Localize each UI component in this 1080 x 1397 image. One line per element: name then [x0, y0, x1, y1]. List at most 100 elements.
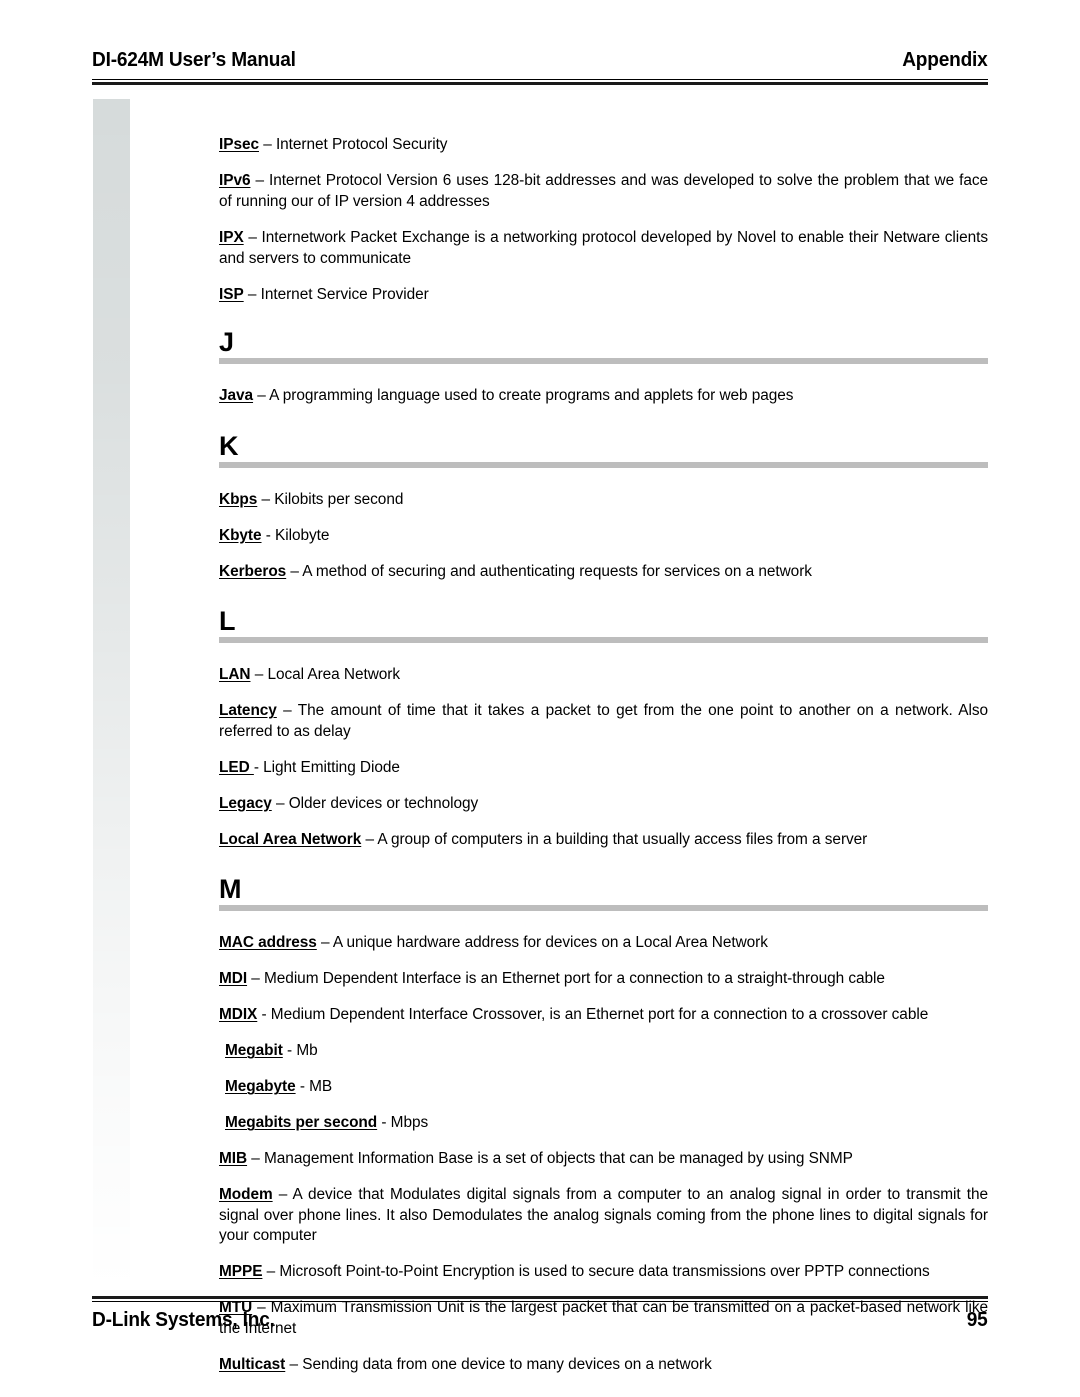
section-divider-rule — [219, 461, 988, 468]
glossary-term: Kerberos — [219, 562, 287, 580]
glossary-definition: – Kilobits per second — [257, 490, 404, 508]
glossary-definition: – Older devices or technology — [271, 794, 479, 812]
glossary-definition: - Medium Dependent Interface Crossover, … — [257, 1006, 929, 1024]
glossary-term: IPv6 — [219, 172, 251, 190]
document-page: DI-624M User’s Manual Appendix IPsec – I… — [0, 0, 1080, 1397]
glossary-letter-section: M — [219, 874, 988, 912]
decorative-square — [93, 381, 130, 418]
manual-title: DI-624M User’s Manual — [92, 48, 296, 71]
decorative-square-row — [93, 240, 185, 314]
glossary-definition: – Internet Service Provider — [243, 285, 429, 303]
glossary-term: Kbps — [219, 490, 258, 508]
chapter-title: Appendix — [902, 48, 988, 71]
decorative-square — [93, 1133, 130, 1170]
decorative-square-row — [93, 616, 185, 690]
decorative-square-row — [93, 522, 185, 596]
section-letter-heading: J — [219, 327, 234, 358]
glossary-term: Legacy — [219, 794, 272, 812]
decorative-square-row — [93, 710, 185, 784]
glossary-definition: – Management Information Base is a set o… — [247, 1150, 853, 1168]
glossary-term: ISP — [219, 285, 244, 303]
glossary-definition: – Medium Dependent Interface is an Ether… — [247, 970, 885, 988]
decorative-square — [93, 193, 130, 230]
glossary-entry: LED - Light Emitting Diode — [219, 758, 988, 779]
glossary-term: Java — [219, 387, 254, 405]
decorative-square-row — [93, 381, 185, 455]
glossary-term: Modem — [219, 1186, 273, 1204]
footer-rule-thin — [92, 1301, 988, 1302]
decorative-square-row — [93, 851, 185, 925]
decorative-square — [93, 1180, 130, 1217]
glossary-entry: MIB – Management Information Base is a s… — [219, 1149, 988, 1170]
decorative-square — [93, 1086, 130, 1123]
glossary-term: MDI — [219, 970, 248, 988]
glossary-definition: – The amount of time that it takes a pac… — [219, 702, 988, 740]
glossary-definition: – A unique hardware address for devices … — [316, 934, 768, 952]
glossary-definition: – Internetwork Packet Exchange is a netw… — [219, 228, 988, 267]
decorative-square — [93, 334, 130, 371]
glossary-term: Latency — [219, 702, 277, 720]
decorative-square — [93, 710, 130, 747]
decorative-square — [93, 1227, 130, 1264]
decorative-square — [93, 757, 130, 794]
header-rule-thick — [92, 82, 988, 85]
glossary-definition: – Microsoft Point-to-Point Encryption is… — [262, 1263, 930, 1281]
glossary-entry: Kerberos – A method of securing and auth… — [219, 562, 988, 583]
decorative-square — [93, 1274, 130, 1289]
glossary-term: Kbyte — [219, 526, 262, 544]
glossary-term: LED — [219, 758, 254, 776]
decorative-square-row — [93, 1180, 185, 1254]
section-divider-rule — [219, 905, 988, 912]
decorative-square — [93, 99, 130, 136]
glossary-definition: – Internet Protocol Security — [258, 136, 448, 154]
glossary-term: IPsec — [219, 136, 259, 154]
decorative-square — [93, 1039, 130, 1076]
glossary-entry: Kbyte - Kilobyte — [219, 526, 988, 547]
glossary-letter-section: K — [219, 431, 988, 468]
decorative-square-row — [93, 475, 185, 549]
glossary-entry: Megabyte - MB — [219, 1077, 988, 1098]
glossary-entry: Local Area Network – A group of computer… — [219, 830, 988, 851]
glossary-entry: LAN – Local Area Network — [219, 665, 988, 686]
glossary-entry: MDI – Medium Dependent Interface is an E… — [219, 969, 988, 990]
decorative-square — [93, 616, 130, 653]
glossary-term: IPX — [219, 228, 244, 246]
glossary-definition: – Local Area Network — [250, 666, 400, 684]
glossary-definition: - Kilobyte — [261, 526, 330, 544]
glossary-term: MPPE — [219, 1263, 263, 1281]
decorative-square — [93, 663, 130, 700]
decorative-square — [93, 522, 130, 559]
decorative-square — [93, 569, 130, 606]
decorative-square-row — [93, 945, 185, 1019]
decorative-square — [93, 804, 130, 841]
glossary-content: IPsec – Internet Protocol Security IPv6 –… — [219, 120, 988, 1376]
glossary-term: Megabits per second — [225, 1114, 378, 1132]
glossary-definition: – Sending data from one device to many d… — [285, 1356, 712, 1374]
glossary-term: Local Area Network — [219, 830, 362, 848]
glossary-entry: Multicast – Sending data from one device… — [219, 1355, 988, 1376]
glossary-definition: - Mbps — [377, 1114, 429, 1132]
decorative-square-row — [93, 569, 185, 643]
glossary-entry: Megabit - Mb — [219, 1041, 988, 1062]
decorative-square-row — [93, 757, 185, 831]
decorative-square — [93, 851, 130, 888]
footer-rule-thick — [92, 1296, 988, 1299]
glossary-definition: – A method of securing and authenticatin… — [286, 562, 812, 580]
decorative-square-row — [93, 1086, 185, 1160]
decorative-square-row — [93, 1227, 185, 1289]
section-divider-rule — [219, 637, 988, 644]
glossary-entry: Kbps – Kilobits per second — [219, 490, 988, 511]
decorative-square-row — [93, 1039, 185, 1113]
glossary-definition: – A group of computers in a building tha… — [361, 830, 868, 848]
glossary-entry: MPPE – Microsoft Point-to-Point Encrypti… — [219, 1262, 988, 1283]
decorative-square-row — [93, 663, 185, 737]
section-letter-heading: M — [219, 874, 242, 905]
glossary-letter-section: J — [219, 327, 988, 365]
decorative-square — [93, 240, 130, 277]
decorative-square — [93, 287, 130, 324]
glossary-definition: – A device that Modulates digital signal… — [219, 1186, 988, 1245]
glossary-entry: Megabits per second - Mbps — [219, 1113, 988, 1134]
company-name: D-Link Systems, Inc. — [92, 1308, 275, 1331]
decorative-square — [93, 992, 130, 1029]
decorative-square-row — [93, 146, 185, 220]
